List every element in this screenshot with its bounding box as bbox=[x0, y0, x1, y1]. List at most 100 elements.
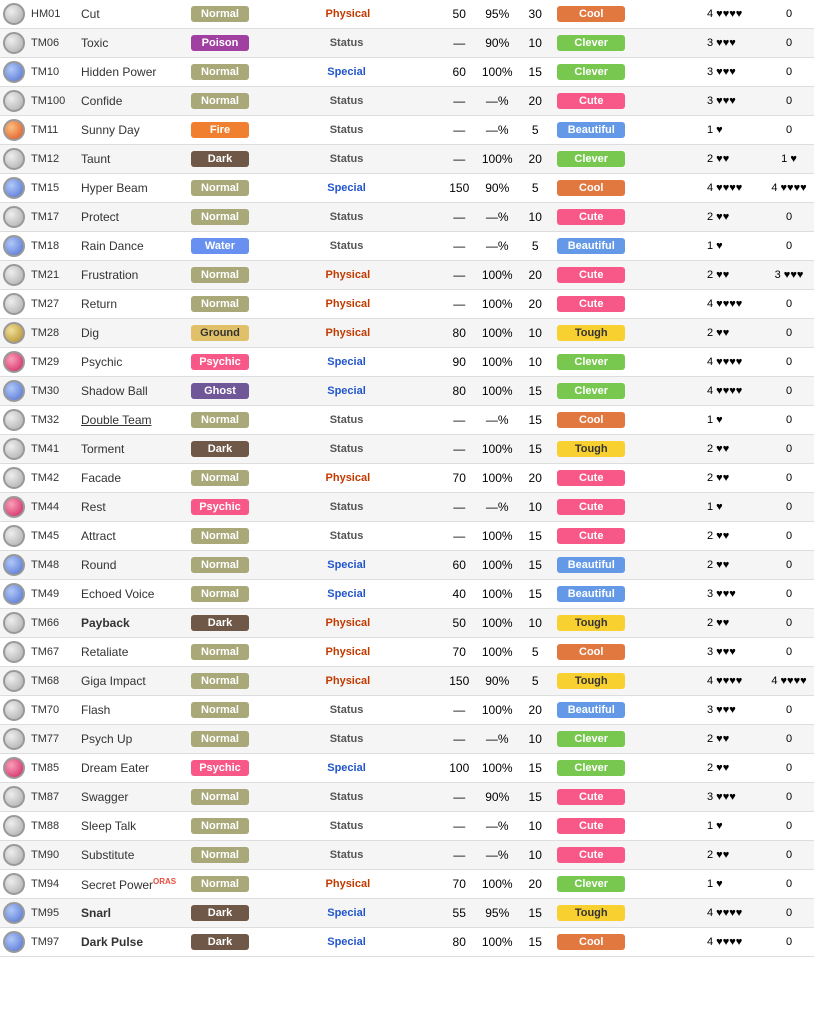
move-accuracy: —% bbox=[478, 493, 516, 522]
move-appeal: 2 ♥♥ bbox=[704, 725, 764, 754]
move-accuracy: 100% bbox=[478, 58, 516, 87]
move-contest: Tough bbox=[554, 667, 704, 696]
move-appeal: 2 ♥♥ bbox=[704, 841, 764, 870]
move-type: Ground bbox=[188, 319, 318, 348]
move-pp: 15 bbox=[516, 522, 554, 551]
move-appeal: 2 ♥♥ bbox=[704, 145, 764, 174]
move-category: Special bbox=[318, 174, 441, 203]
move-type: Normal bbox=[188, 696, 318, 725]
move-icon bbox=[0, 406, 28, 435]
move-jam: 0 bbox=[764, 116, 814, 145]
tm-number: HM01 bbox=[28, 0, 78, 29]
table-row: TM06 Toxic Poison Status — 90% 10 Clever… bbox=[0, 29, 814, 58]
move-category: Special bbox=[318, 754, 441, 783]
table-row: TM32 Double Team Normal Status — —% 15 C… bbox=[0, 406, 814, 435]
move-contest: Beautiful bbox=[554, 116, 704, 145]
move-accuracy: 100% bbox=[478, 377, 516, 406]
move-type: Normal bbox=[188, 261, 318, 290]
tm-number: TM85 bbox=[28, 754, 78, 783]
tm-number: TM06 bbox=[28, 29, 78, 58]
tm-number: TM97 bbox=[28, 928, 78, 957]
tm-number: TM49 bbox=[28, 580, 78, 609]
move-name: Substitute bbox=[78, 841, 188, 870]
move-power: — bbox=[440, 261, 478, 290]
move-type: Poison bbox=[188, 29, 318, 58]
move-power: 100 bbox=[440, 754, 478, 783]
move-appeal: 4 ♥♥♥♥ bbox=[704, 377, 764, 406]
move-appeal: 2 ♥♥ bbox=[704, 261, 764, 290]
move-name: Confide bbox=[78, 87, 188, 116]
move-jam: 0 bbox=[764, 464, 814, 493]
move-appeal: 1 ♥ bbox=[704, 116, 764, 145]
move-category: Physical bbox=[318, 870, 441, 899]
move-accuracy: 90% bbox=[478, 174, 516, 203]
move-type: Dark bbox=[188, 928, 318, 957]
move-pp: 15 bbox=[516, 406, 554, 435]
move-type: Normal bbox=[188, 580, 318, 609]
move-power: — bbox=[440, 725, 478, 754]
move-appeal: 2 ♥♥ bbox=[704, 551, 764, 580]
move-name: Attract bbox=[78, 522, 188, 551]
move-category: Special bbox=[318, 58, 441, 87]
move-appeal: 4 ♥♥♥♥ bbox=[704, 667, 764, 696]
move-pp: 20 bbox=[516, 290, 554, 319]
move-name: Shadow Ball bbox=[78, 377, 188, 406]
move-power: — bbox=[440, 116, 478, 145]
move-contest: Clever bbox=[554, 58, 704, 87]
move-category: Physical bbox=[318, 261, 441, 290]
move-pp: 10 bbox=[516, 725, 554, 754]
move-icon bbox=[0, 783, 28, 812]
move-name: Flash bbox=[78, 696, 188, 725]
move-accuracy: 90% bbox=[478, 783, 516, 812]
move-contest: Tough bbox=[554, 435, 704, 464]
move-category: Physical bbox=[318, 319, 441, 348]
move-pp: 10 bbox=[516, 203, 554, 232]
move-category: Status bbox=[318, 116, 441, 145]
move-jam: 0 bbox=[764, 435, 814, 464]
move-power: — bbox=[440, 841, 478, 870]
move-type: Normal bbox=[188, 522, 318, 551]
move-appeal: 4 ♥♥♥♥ bbox=[704, 899, 764, 928]
move-category: Physical bbox=[318, 464, 441, 493]
move-icon bbox=[0, 841, 28, 870]
move-contest: Cute bbox=[554, 203, 704, 232]
move-jam: 0 bbox=[764, 522, 814, 551]
move-appeal: 4 ♥♥♥♥ bbox=[704, 348, 764, 377]
move-pp: 30 bbox=[516, 0, 554, 29]
move-icon bbox=[0, 580, 28, 609]
move-icon bbox=[0, 696, 28, 725]
move-contest: Cute bbox=[554, 783, 704, 812]
move-type: Ghost bbox=[188, 377, 318, 406]
move-contest: Clever bbox=[554, 145, 704, 174]
move-accuracy: 100% bbox=[478, 464, 516, 493]
move-power: 70 bbox=[440, 870, 478, 899]
move-jam: 0 bbox=[764, 319, 814, 348]
move-name: Frustration bbox=[78, 261, 188, 290]
move-pp: 15 bbox=[516, 435, 554, 464]
move-category: Special bbox=[318, 580, 441, 609]
move-contest: Cute bbox=[554, 522, 704, 551]
tm-number: TM18 bbox=[28, 232, 78, 261]
move-contest: Cool bbox=[554, 406, 704, 435]
move-category: Physical bbox=[318, 667, 441, 696]
move-type: Psychic bbox=[188, 493, 318, 522]
move-accuracy: —% bbox=[478, 406, 516, 435]
table-row: TM85 Dream Eater Psychic Special 100 100… bbox=[0, 754, 814, 783]
move-category: Special bbox=[318, 928, 441, 957]
move-category: Special bbox=[318, 899, 441, 928]
move-category: Physical bbox=[318, 0, 441, 29]
move-power: 70 bbox=[440, 638, 478, 667]
move-type: Dark bbox=[188, 435, 318, 464]
move-accuracy: —% bbox=[478, 841, 516, 870]
move-category: Status bbox=[318, 232, 441, 261]
table-row: TM21 Frustration Normal Physical — 100% … bbox=[0, 261, 814, 290]
move-power: — bbox=[440, 812, 478, 841]
move-jam: 0 bbox=[764, 812, 814, 841]
move-icon bbox=[0, 377, 28, 406]
table-row: TM97 Dark Pulse Dark Special 80 100% 15 … bbox=[0, 928, 814, 957]
move-appeal: 1 ♥ bbox=[704, 870, 764, 899]
tm-number: TM27 bbox=[28, 290, 78, 319]
move-jam: 0 bbox=[764, 348, 814, 377]
move-pp: 20 bbox=[516, 464, 554, 493]
move-appeal: 3 ♥♥♥ bbox=[704, 87, 764, 116]
